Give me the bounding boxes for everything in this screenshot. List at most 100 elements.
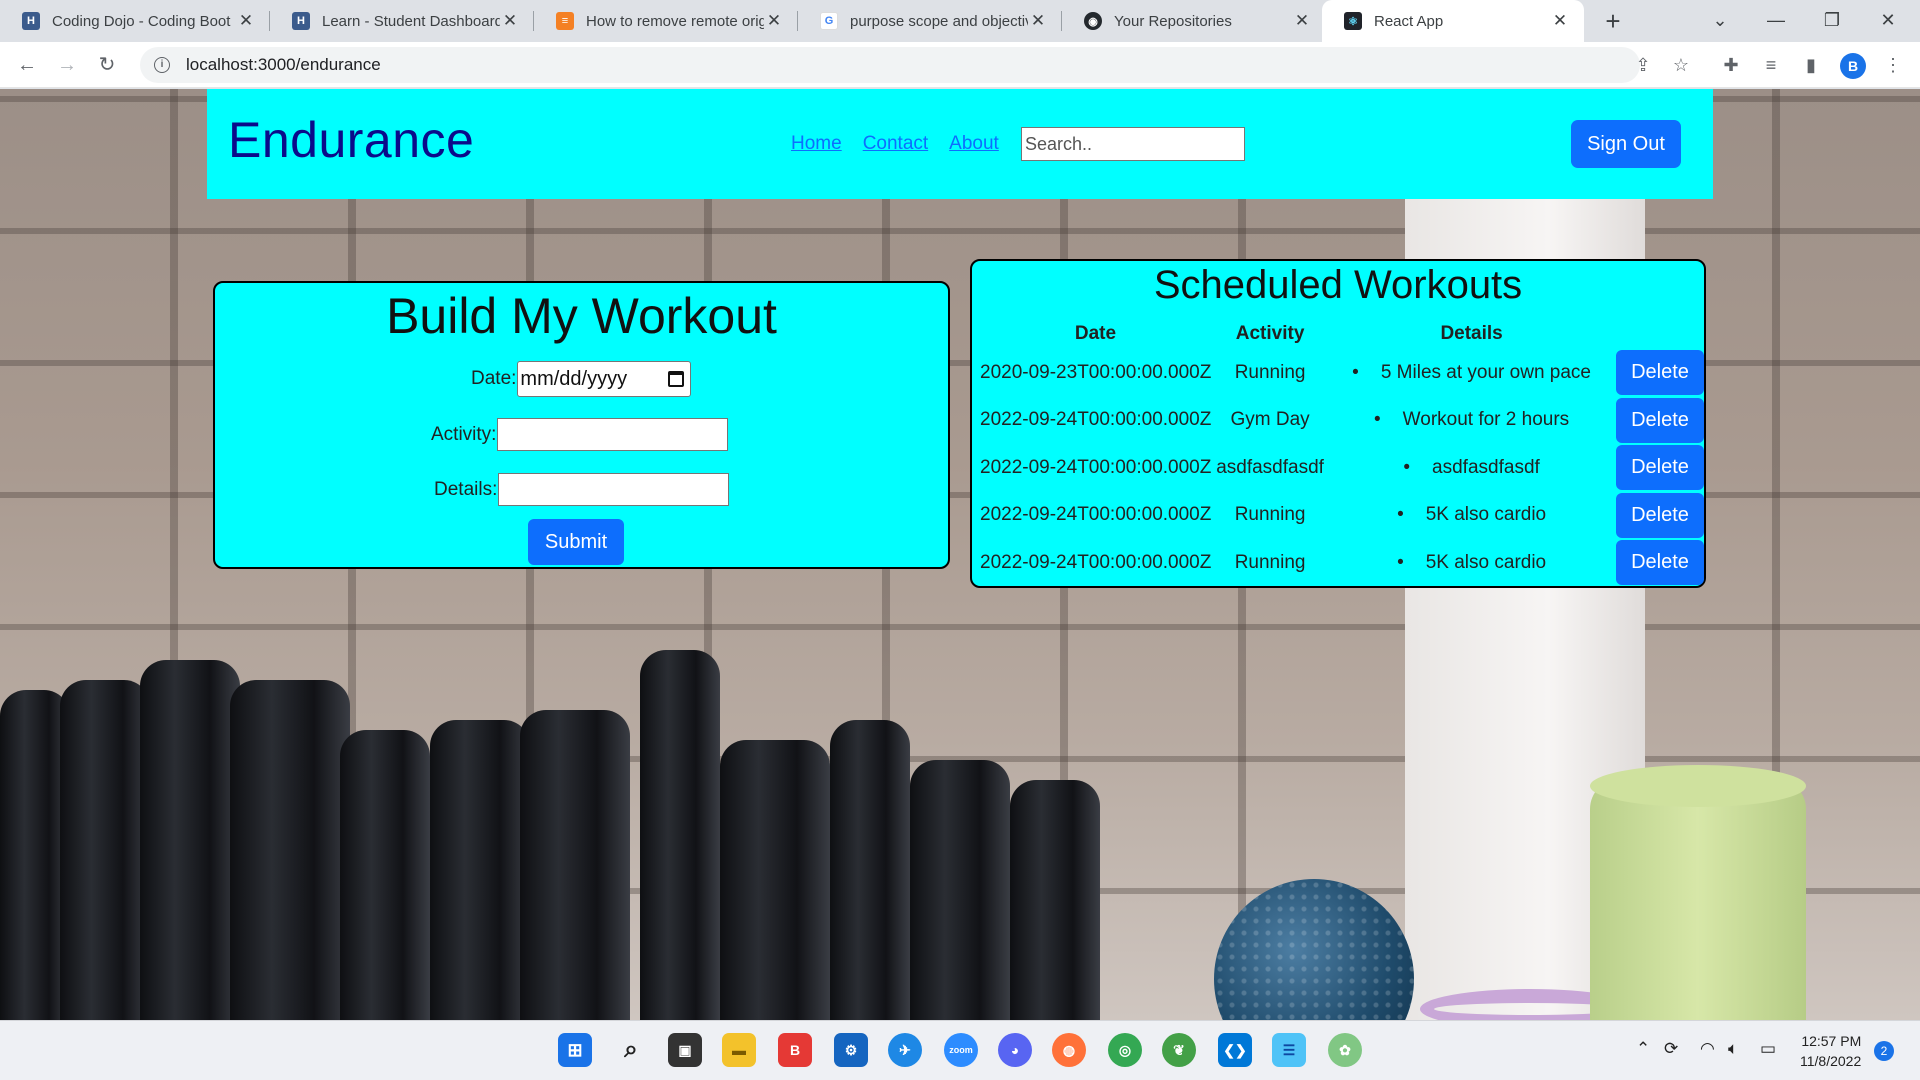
tray-overflow-icon[interactable]: ⌃ (1636, 1039, 1650, 1059)
profile-avatar[interactable]: B (1840, 53, 1866, 79)
tab-search-icon[interactable]: ⌄ (1692, 0, 1748, 42)
workout-activity: Gym Day (1230, 409, 1310, 431)
tab-title: How to remove remote orig (586, 12, 764, 30)
clock-date: 11/8/2022 (1800, 1053, 1862, 1069)
browser-tab-strip: H Coding Dojo - Coding Boot ✕ H Learn - … (0, 0, 1920, 42)
workout-activity: Running (1234, 504, 1306, 526)
calendar-icon[interactable] (668, 371, 685, 387)
tab-title: purpose scope and objectiv (850, 12, 1028, 30)
bitdefender-icon[interactable]: B (778, 1033, 812, 1067)
notification-badge[interactable]: 2 (1874, 1041, 1894, 1061)
date-field[interactable]: mm/dd/yyyy (517, 361, 692, 397)
spring-tool-icon[interactable]: ❦ (1162, 1033, 1196, 1067)
messenger-icon[interactable]: ✈ (888, 1033, 922, 1067)
build-workout-card: Build My Workout Date: mm/dd/yyyy Activi… (213, 281, 950, 569)
system-clock[interactable]: 12:57 PM 11/8/2022 (1800, 1031, 1861, 1071)
coding-dojo-icon: H (22, 12, 40, 30)
url-text[interactable]: localhost:3000/endurance (186, 55, 381, 75)
zoom-icon[interactable]: zoom (944, 1033, 978, 1067)
windows-start-icon[interactable]: ⊞ (558, 1033, 592, 1067)
browser-tab[interactable]: G purpose scope and objectiv ✕ (798, 0, 1062, 42)
tab-title: Your Repositories (1114, 12, 1232, 30)
restore-icon[interactable]: ❐ (1804, 0, 1860, 42)
discord-icon[interactable]: ◕ (998, 1033, 1032, 1067)
nav-link-contact[interactable]: Contact (863, 133, 928, 155)
background-foam-roller (1590, 779, 1806, 1020)
forward-icon[interactable]: → (52, 50, 82, 80)
browser-tab[interactable]: H Learn - Student Dashboard ✕ (270, 0, 534, 42)
build-workout-title: Build My Workout (386, 288, 777, 344)
close-tab-icon[interactable]: ✕ (1292, 11, 1312, 31)
activity-row: Activity: (431, 418, 729, 451)
browser-toolbar: ← → ↻ i localhost:3000/endurance ⇪ ☆ ✚ ≡… (0, 42, 1920, 88)
nav-link-about[interactable]: About (949, 133, 999, 155)
submit-button[interactable]: Submit (528, 519, 624, 565)
close-tab-icon[interactable]: ✕ (1550, 11, 1570, 31)
brand-logo[interactable]: Endurance (228, 111, 474, 169)
scheduled-workouts-title: Scheduled Workouts (1153, 263, 1523, 307)
site-info-icon[interactable]: i (154, 57, 170, 73)
delete-button[interactable]: Delete (1616, 540, 1704, 586)
date-label: Date: (471, 368, 517, 389)
delete-button[interactable]: Delete (1616, 492, 1704, 538)
details-label: Details: (434, 478, 498, 500)
date-row: Date: mm/dd/yyyy (471, 361, 692, 397)
reload-icon[interactable]: ↻ (92, 50, 122, 80)
wifi-icon[interactable]: ◠ (1700, 1039, 1715, 1059)
notepad-icon[interactable]: ☰ (1272, 1033, 1306, 1067)
workout-activity: asdfasdfasdf (1216, 456, 1324, 478)
firefox-icon[interactable]: ◍ (1052, 1033, 1086, 1067)
delete-button[interactable]: Delete (1616, 350, 1704, 396)
vscode-icon[interactable]: ❮❯ (1218, 1033, 1252, 1067)
side-panel-icon[interactable]: ▮ (1798, 52, 1824, 78)
close-tab-icon[interactable]: ✕ (500, 11, 520, 31)
browser-tab[interactable]: ◉ Your Repositories ✕ (1062, 0, 1326, 42)
workout-date: 2022-09-24T00:00:00.000Z (980, 504, 1212, 526)
back-icon[interactable]: ← (12, 50, 42, 80)
workouts-table: Date Activity Details 2020-09-23T00:00:0… (978, 319, 1704, 587)
nav-link-home[interactable]: Home (791, 133, 842, 155)
battery-icon[interactable]: ▭ (1760, 1039, 1776, 1059)
delete-button[interactable]: Delete (1616, 445, 1704, 491)
details-field[interactable] (498, 473, 730, 506)
browser-tab[interactable]: ≡ How to remove remote orig ✕ (534, 0, 798, 42)
table-row: 2022-09-24T00:00:00.000Z asdfasdfasdf as… (978, 444, 1704, 492)
sign-out-button[interactable]: Sign Out (1571, 120, 1681, 168)
workout-activity: Running (1234, 361, 1306, 383)
background-medicine-ball (1214, 879, 1414, 1020)
address-bar[interactable]: i localhost:3000/endurance (140, 47, 1640, 83)
store-icon[interactable]: ⚙ (834, 1033, 868, 1067)
delete-button[interactable]: Delete (1616, 397, 1704, 443)
chrome-icon[interactable]: ◎ (1108, 1033, 1142, 1067)
close-tab-icon[interactable]: ✕ (1028, 11, 1048, 31)
bookmark-star-icon[interactable]: ☆ (1668, 52, 1694, 78)
search-input[interactable] (1021, 127, 1245, 161)
file-explorer-icon[interactable]: ▬ (722, 1033, 756, 1067)
share-icon[interactable]: ⇪ (1630, 52, 1656, 78)
page-viewport: Endurance Home Contact About Sign Out Bu… (0, 89, 1920, 1020)
menu-icon[interactable]: ⋮ (1880, 52, 1906, 78)
browser-tab-active[interactable]: ⚛ React App ✕ (1322, 0, 1584, 42)
workout-date: 2022-09-24T00:00:00.000Z (980, 551, 1212, 573)
minimize-icon[interactable]: — (1748, 0, 1804, 42)
table-row: 2022-09-24T00:00:00.000Z Running 5K also… (978, 492, 1704, 540)
activity-field[interactable] (497, 418, 729, 451)
browser-tab[interactable]: H Coding Dojo - Coding Boot ✕ (0, 0, 270, 42)
sync-icon[interactable]: ⟳ (1664, 1039, 1678, 1059)
workout-activity: Running (1234, 551, 1306, 573)
new-tab-button[interactable]: + (1598, 6, 1628, 36)
nav-links: Home Contact About (791, 133, 999, 155)
workout-details: 5K also cardio (1397, 552, 1546, 574)
close-tab-icon[interactable]: ✕ (236, 11, 256, 31)
column-header-activity: Activity (1235, 323, 1305, 344)
search-icon[interactable]: ⌕ (614, 1033, 648, 1067)
extensions-icon[interactable]: ✚ (1718, 52, 1744, 78)
paint-icon[interactable]: ✿ (1328, 1033, 1362, 1067)
reading-list-icon[interactable]: ≡ (1758, 52, 1784, 78)
workout-details: Workout for 2 hours (1374, 409, 1570, 431)
clock-time: 12:57 PM (1801, 1033, 1862, 1049)
close-tab-icon[interactable]: ✕ (764, 11, 784, 31)
volume-icon[interactable]: 🔈︎ (1728, 1039, 1738, 1059)
window-close-icon[interactable]: ✕ (1860, 0, 1916, 42)
task-view-icon[interactable]: ▣ (668, 1033, 702, 1067)
